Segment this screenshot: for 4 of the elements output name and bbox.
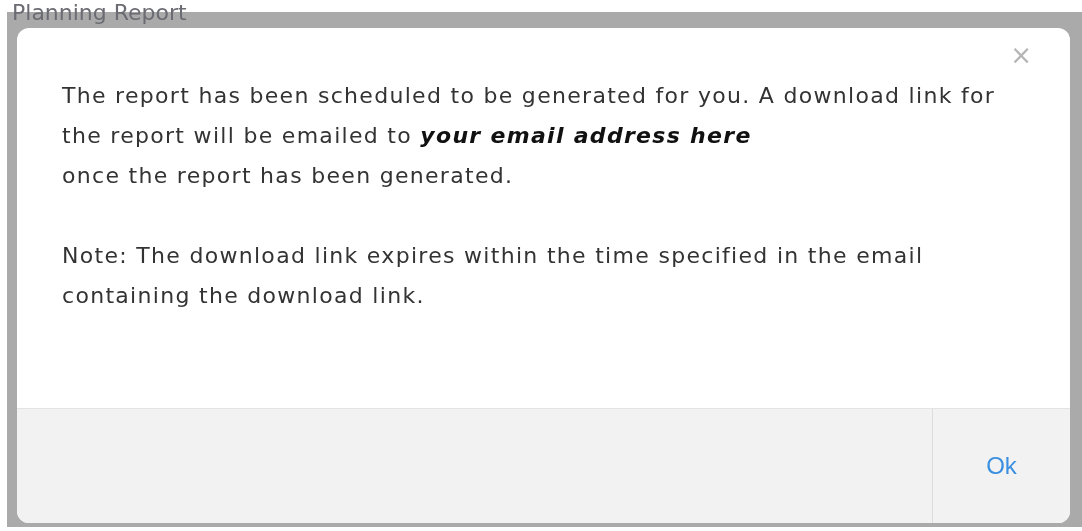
message-text: The report has been scheduled to be generated for you. A download link for the report will be emailed to your email address here once the report has been generated. bbox=[62, 82, 997, 190]
ok-button[interactable]: Ok bbox=[932, 409, 1070, 523]
note-text: Note: The download link expires within the time specified in the email containing the download link. bbox=[62, 242, 925, 310]
close-button[interactable]: × bbox=[1010, 42, 1032, 68]
